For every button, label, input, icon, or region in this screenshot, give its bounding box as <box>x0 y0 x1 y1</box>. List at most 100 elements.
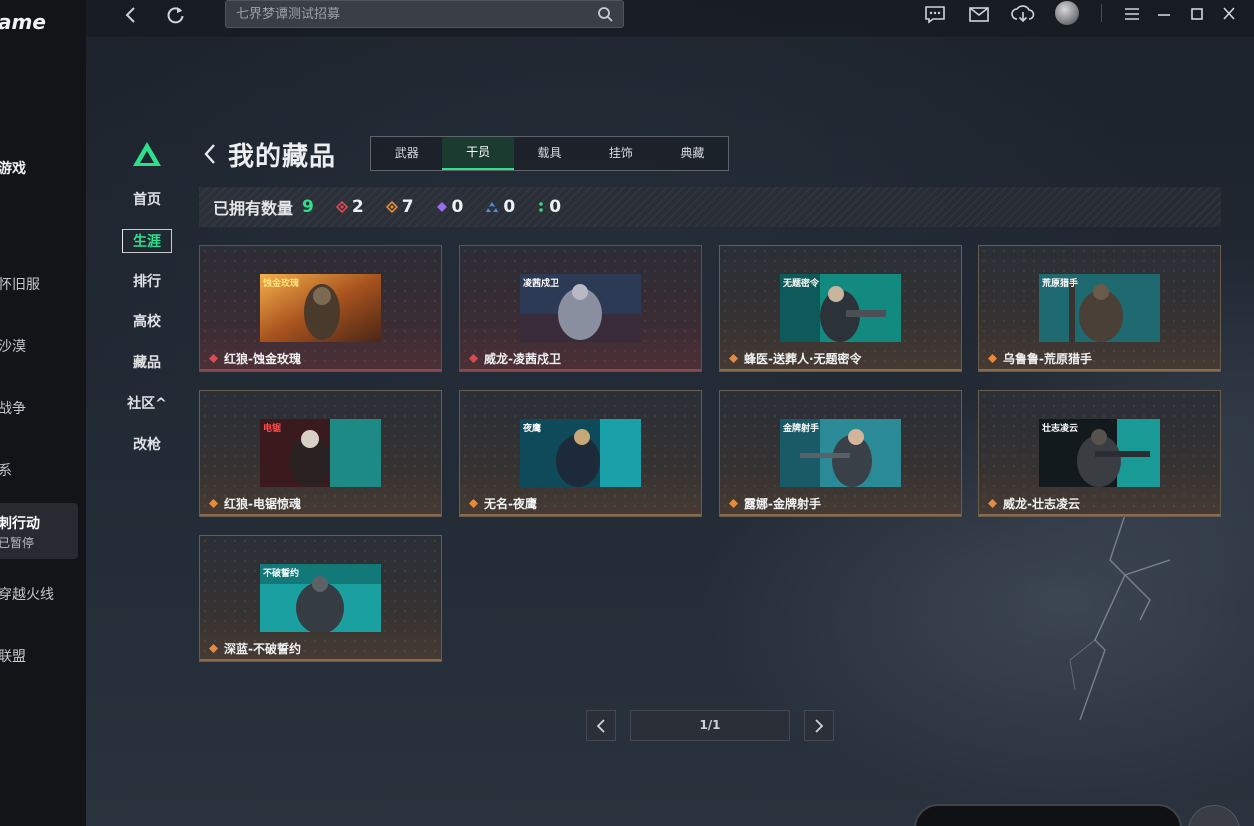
red-gem-icon <box>209 354 218 363</box>
nav-gun-mod[interactable]: 改枪 <box>122 433 172 457</box>
sidebar-item-league[interactable]: 联盟 <box>0 646 26 666</box>
chevron-right-icon <box>815 718 824 733</box>
maximize-icon <box>1191 8 1203 20</box>
card-artwork: 无题密令 <box>780 274 901 342</box>
card-artwork: 凌茜戍卫 <box>520 274 641 342</box>
card-name-text: 乌鲁鲁-荒原猎手 <box>1003 352 1092 366</box>
nav-ranking[interactable]: 排行 <box>122 270 172 294</box>
green-gem-icon <box>539 202 544 212</box>
page-back-button[interactable] <box>200 139 220 169</box>
collection-card[interactable]: 不破誓约 深蓝-不破誓约 <box>199 535 442 662</box>
tab-operators[interactable]: 干员 <box>442 137 514 170</box>
stat-orange-value: 7 <box>401 197 414 217</box>
menu-button[interactable] <box>1120 3 1144 25</box>
collection-card[interactable]: 电锯 红狼-电锯惊魂 <box>199 390 442 517</box>
card-artwork: 夜鹰 <box>520 419 641 487</box>
minimize-icon <box>1158 14 1170 16</box>
minimize-button[interactable] <box>1152 3 1176 25</box>
rarity-bar <box>200 514 441 516</box>
sidebar-item-series[interactable]: 系 <box>0 460 12 480</box>
nav-community[interactable]: 社区^ <box>122 392 172 416</box>
sidebar-item-classic[interactable]: 怀旧服 <box>0 274 40 294</box>
collection-card[interactable]: 荒原猎手 乌鲁鲁-荒原猎手 <box>978 245 1221 372</box>
mail-icon <box>969 7 989 22</box>
rarity-bar <box>200 369 441 371</box>
card-name: 威龙-凌茜戍卫 <box>468 350 561 367</box>
user-avatar[interactable] <box>1055 1 1079 25</box>
page-title: 我的藏品 <box>228 141 337 172</box>
chevron-left-icon <box>204 144 215 164</box>
back-button[interactable] <box>118 2 144 28</box>
owned-label: 已拥有数量 <box>213 199 294 218</box>
rarity-bar <box>200 659 441 661</box>
collection-card[interactable]: 夜鹰 无名-夜鹰 <box>459 390 702 517</box>
card-artwork: 蚀金玫瑰 <box>260 274 381 342</box>
card-name: 蜂医-送葬人·无题密令 <box>728 350 862 367</box>
sidebar-item-active-game[interactable]: 刺行动 已暂停 <box>0 503 78 559</box>
sidebar-item-desert[interactable]: 沙漠 <box>0 336 26 356</box>
search-input[interactable] <box>236 6 597 22</box>
red-gem-icon <box>335 201 348 213</box>
sidebar-item-war[interactable]: 战争 <box>0 398 26 418</box>
page-indicator: 1/1 <box>630 710 790 741</box>
stat-blue: 0 <box>485 197 515 217</box>
orange-gem-icon <box>209 644 218 653</box>
floating-action-pill[interactable] <box>914 804 1182 826</box>
tab-vehicles[interactable]: 载具 <box>514 137 585 170</box>
card-banner: 夜鹰 <box>522 422 541 434</box>
close-icon <box>1223 7 1235 20</box>
stat-purple: 0 <box>436 197 463 217</box>
download-icon <box>1011 5 1035 23</box>
sidebar-item-games[interactable]: 游戏 <box>0 158 26 178</box>
chat-button[interactable] <box>923 3 947 25</box>
orange-gem-icon <box>385 201 398 213</box>
orange-gem-icon <box>469 499 478 508</box>
card-banner: 无题密令 <box>782 277 820 289</box>
orange-gem-icon <box>209 499 218 508</box>
tab-weapons[interactable]: 武器 <box>371 137 442 170</box>
collection-card[interactable]: 无题密令 蜂医-送葬人·无题密令 <box>719 245 962 372</box>
orange-gem-icon <box>729 499 738 508</box>
rarity-bar <box>979 369 1220 371</box>
tab-classics[interactable]: 典藏 <box>657 137 728 170</box>
card-banner: 荒原猎手 <box>1041 277 1078 289</box>
orange-gem-icon <box>988 354 997 363</box>
card-name: 无名-夜鹰 <box>468 495 537 512</box>
search-icon[interactable] <box>597 6 613 22</box>
download-button[interactable] <box>1011 3 1035 25</box>
next-page-button[interactable] <box>804 710 834 741</box>
chevron-left-icon <box>125 7 135 23</box>
collection-card[interactable]: 金牌射手 露娜-金牌射手 <box>719 390 962 517</box>
nav-home[interactable]: 首页 <box>122 188 172 212</box>
purple-gem-icon <box>436 202 447 212</box>
page-header: 我的藏品 <box>200 134 336 174</box>
collection-card[interactable]: 凌茜戍卫 威龙-凌茜戍卫 <box>459 245 702 372</box>
stat-blue-value: 0 <box>503 197 516 217</box>
close-button[interactable] <box>1217 3 1241 25</box>
owned-stats-bar: 已拥有数量 9 2 7 0 0 0 <box>199 187 1221 227</box>
refresh-button[interactable] <box>163 2 189 28</box>
rarity-bar <box>720 369 961 371</box>
maximize-button[interactable] <box>1185 3 1209 25</box>
nav-collection[interactable]: 藏品 <box>122 351 172 375</box>
card-name: 露娜-金牌射手 <box>728 495 821 512</box>
card-name-text: 红狼-蚀金玫瑰 <box>224 352 301 366</box>
stat-orange: 7 <box>385 197 414 217</box>
collection-card[interactable]: 壮志凌云 威龙-壮志凌云 <box>978 390 1221 517</box>
stat-red: 2 <box>335 197 364 217</box>
sidebar-item-crossfire[interactable]: 穿越火线 <box>0 584 54 604</box>
card-banner: 凌茜戍卫 <box>523 277 559 289</box>
collection-card[interactable]: 蚀金玫瑰 红狼-蚀金玫瑰 <box>199 245 442 372</box>
prev-page-button[interactable] <box>586 710 616 741</box>
mail-button[interactable] <box>967 3 991 25</box>
tab-charms[interactable]: 挂饰 <box>585 137 656 170</box>
nav-college[interactable]: 高校 <box>122 310 172 334</box>
card-artwork: 金牌射手 <box>780 419 901 487</box>
card-artwork: 电锯 <box>260 419 381 487</box>
card-name: 红狼-电锯惊魂 <box>208 495 301 512</box>
owned-total: 9 <box>302 197 314 217</box>
orange-gem-icon <box>988 499 997 508</box>
card-banner: 不破誓约 <box>263 567 299 579</box>
game-logo-icon[interactable] <box>131 140 163 168</box>
nav-career[interactable]: 生涯 <box>122 229 172 253</box>
